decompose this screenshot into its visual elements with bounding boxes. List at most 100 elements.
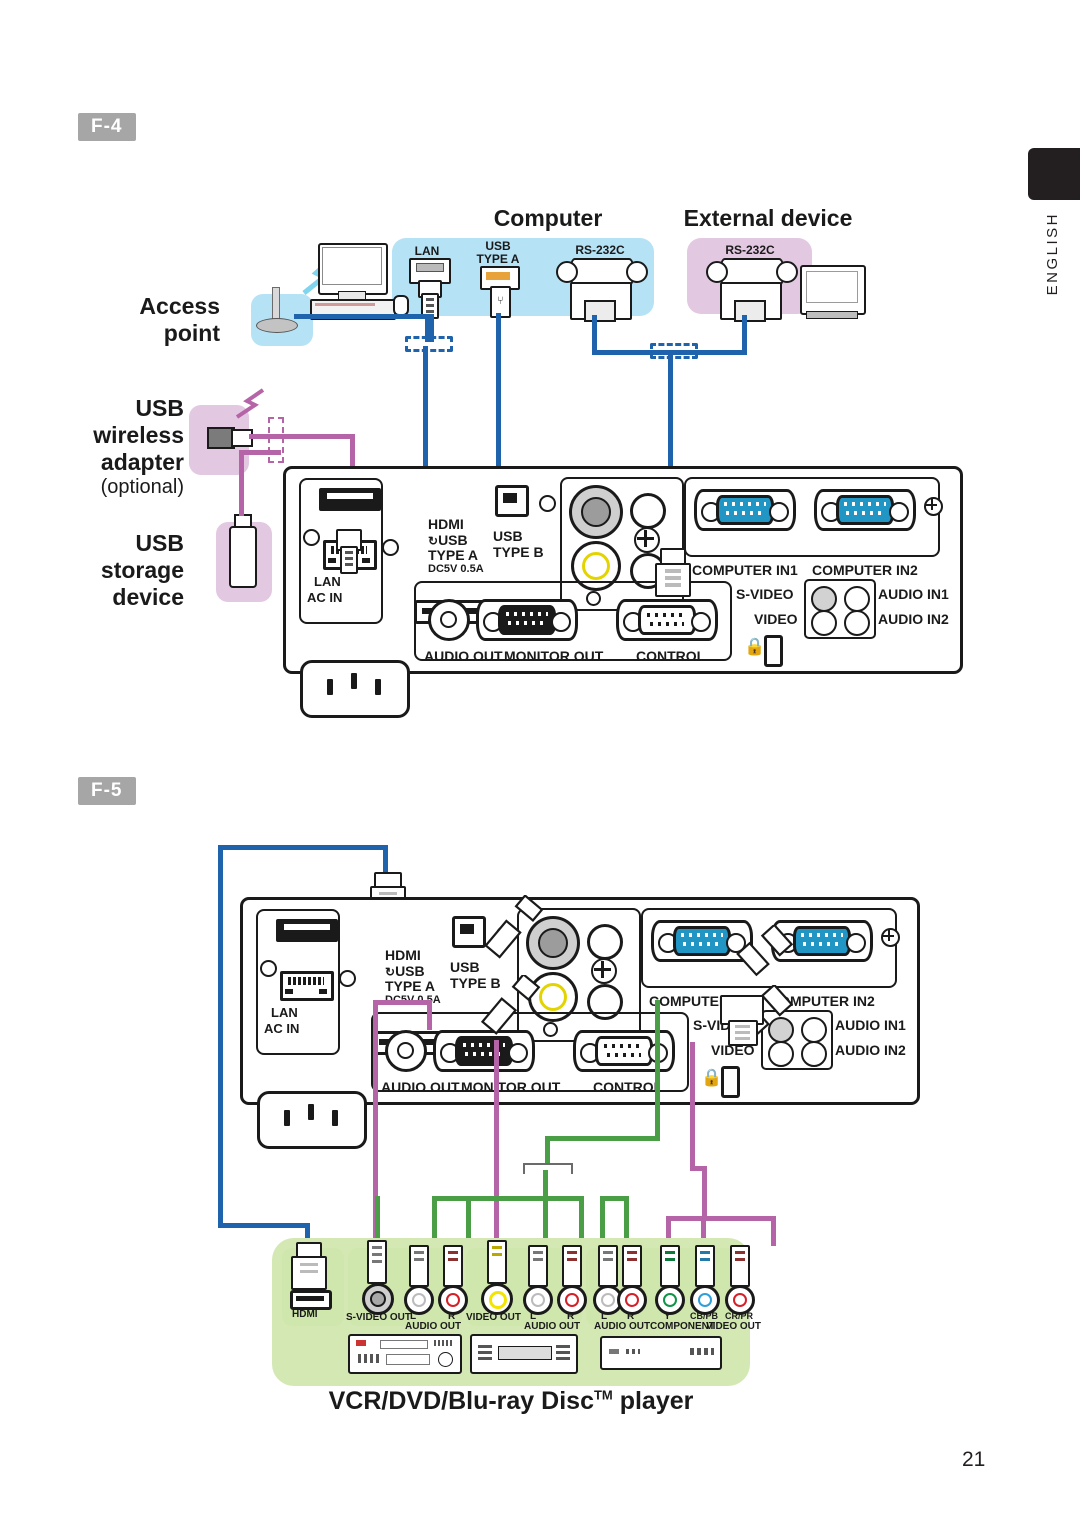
caption-access-point: Access point — [60, 293, 220, 347]
cable-green-bus-mid-f5 — [528, 1196, 584, 1201]
computer-in1-label-f4: COMPUTER IN1 — [692, 562, 798, 578]
video-label-f4: VIDEO — [754, 611, 798, 627]
cable-green-right-down-f5 — [655, 1000, 660, 1140]
cable-accesspoint-horizontal — [294, 314, 434, 319]
kensington-slot-icon — [764, 635, 783, 667]
lan-label-f4: LAN — [314, 574, 341, 589]
usb-type-a-label-line1-f5: USB — [395, 963, 425, 979]
s-video-jack-f4[interactable] — [811, 586, 837, 612]
computer-in2-label-f4: COMPUTER IN2 — [812, 562, 918, 578]
audio-out-port-f5[interactable] — [385, 1030, 427, 1072]
panel-screw-5-f5 — [881, 928, 900, 947]
caption-usb-storage-line1: USB — [135, 530, 184, 556]
panel-screw-1-f4 — [303, 529, 320, 546]
computer-in2-port-f4[interactable] — [814, 489, 916, 531]
composite-audio-l-jack[interactable] — [523, 1285, 553, 1315]
audio-out-label-f5: AUDIO OUT — [381, 1079, 460, 1095]
player-title-tail: player — [612, 1387, 694, 1415]
ac-in-label-f4: AC IN — [307, 590, 343, 605]
svideo-audio-l-plug — [409, 1245, 429, 1287]
computer-rs232c-connector-icon — [556, 258, 648, 286]
cable-usbstorage-up — [239, 450, 244, 516]
cable-lan-junction-dashed — [405, 336, 453, 352]
caption-usb-storage-line2: storage — [100, 557, 184, 584]
usb-type-b-port-f4[interactable] — [495, 485, 529, 517]
cable-hdmi-bottom-horizontal-f5 — [218, 1223, 310, 1228]
monitor-out-label-f4: MONITOR OUT — [504, 648, 604, 664]
audio-in1-port-f4[interactable] — [630, 493, 666, 529]
component-video-out-label: VIDEO OUT — [706, 1321, 762, 1332]
component-audio-out-label: AUDIO OUT — [594, 1321, 651, 1332]
caption-usb-wireless-line3: adapter — [100, 449, 184, 476]
cable-green-junction-down-f5 — [545, 1136, 550, 1166]
hdmi-device-label: HDMI — [292, 1309, 318, 1320]
cable-usb-junction-dashed — [268, 417, 284, 463]
kensington-lock-icon-f5: 🔒 — [701, 1068, 723, 1087]
component-audio-r-plug — [622, 1245, 642, 1287]
usb-type-a-port-f4[interactable] — [319, 488, 381, 511]
cable-pink-right-down-f5 — [690, 1042, 695, 1170]
audio-out-port-f4[interactable] — [428, 599, 470, 641]
usb-type-a-label-line2: TYPE A — [428, 547, 479, 563]
cable-pink-monitorout-down-f5 — [494, 1040, 499, 1245]
svideo-device-port[interactable] — [362, 1283, 394, 1315]
cable-pink-usbb-up-f5 — [427, 1000, 432, 1030]
hdmi-device-plug-body — [291, 1256, 327, 1290]
caption-usb-wireless-adapter: USB wireless adapter (optional) — [50, 395, 184, 500]
svideo-audio-r-plug — [443, 1245, 463, 1287]
svideo-device-label: S-VIDEO OUT — [346, 1312, 412, 1323]
s-video-label-f4: S-VIDEO — [736, 586, 794, 602]
external-rs232c-label: RS-232C — [725, 243, 775, 257]
ac-in-socket-f5[interactable] — [257, 1091, 367, 1149]
svideo-player-body — [348, 1334, 462, 1374]
cable-usbwireless-right2 — [280, 434, 354, 439]
caption-access-point-line2: point — [163, 320, 220, 347]
language-tab-label: ENGLISH — [1044, 212, 1061, 296]
usb-type-a-label-line2-f5: TYPE A — [385, 978, 436, 994]
composite-audio-out-label: AUDIO OUT — [524, 1321, 581, 1332]
panel-screw-5-f4 — [924, 497, 943, 516]
computer-rs232c-grip-icon — [584, 300, 616, 322]
hdmi-label-f4: HDMI — [428, 516, 464, 532]
computer-usb-label-line1: USB — [485, 239, 511, 253]
panel-screw-2-f5 — [339, 970, 356, 987]
caption-usb-wireless-line2: wireless — [93, 422, 184, 449]
caption-access-point-line1: Access — [139, 293, 220, 319]
caption-external-device: External device — [683, 205, 853, 231]
cable-pink-right-down2-f5 — [702, 1166, 707, 1221]
panel-screw-3-f4 — [539, 495, 556, 512]
ac-in-socket-f4[interactable] — [300, 660, 410, 718]
monitor-out-port-f4[interactable] — [476, 599, 578, 641]
usb-type-a-label-f4: ↻USB — [428, 532, 468, 548]
audio-in1-label-f4: AUDIO IN1 — [878, 586, 949, 602]
hdmi-device-port[interactable] — [290, 1290, 332, 1310]
usb-wireless-signal-icon — [235, 388, 265, 419]
cable-green-center-down-f5 — [543, 1170, 548, 1246]
control-port-f4[interactable] — [616, 599, 718, 641]
computer-usb-label-line2: TYPE A — [476, 251, 520, 266]
caption-usb-wireless-line1: USB — [135, 395, 184, 421]
composite-video-plug — [487, 1240, 507, 1284]
usb-type-a-label-line3: DC5V 0.5A — [428, 563, 484, 575]
cable-rs232c-external-down — [742, 315, 747, 353]
cable-hdmi-left-vertical-f5 — [218, 845, 223, 1228]
computer-in1-port-f4[interactable] — [694, 489, 796, 531]
audio-in1-jack-f4[interactable] — [844, 586, 870, 612]
caption-usb-storage-line3: device — [112, 584, 184, 611]
s-video-port-f4[interactable] — [569, 485, 623, 539]
lan-label-f5: LAN — [271, 1005, 298, 1020]
computer-screen-icon — [322, 247, 382, 285]
video-jack-f4[interactable] — [811, 610, 837, 636]
composite-video-jack[interactable] — [481, 1283, 513, 1315]
cable-hdmi-right-down-f5 — [383, 845, 388, 875]
cable-pink-usbb-right-f5 — [373, 1000, 431, 1005]
control-label-f5: CONTROL — [593, 1079, 663, 1095]
component-player-body — [600, 1336, 722, 1370]
usb-type-b-label-line1: USB — [493, 528, 523, 544]
audio-in2-jack-f4[interactable] — [844, 610, 870, 636]
external-display-stand-icon — [806, 311, 858, 319]
caption-usb-wireless-optional: (optional) — [100, 476, 184, 499]
lan-port-f5[interactable] — [280, 971, 334, 1001]
usb-type-a-port-f5[interactable] — [276, 919, 338, 942]
svideo-audio-l-jack[interactable] — [404, 1285, 434, 1315]
